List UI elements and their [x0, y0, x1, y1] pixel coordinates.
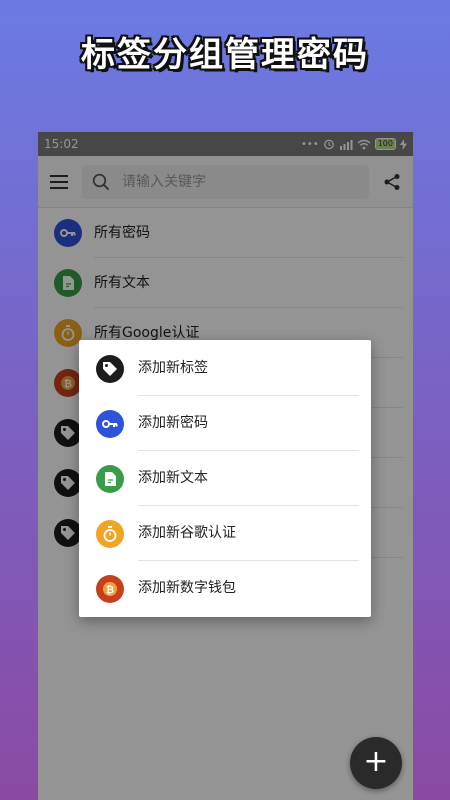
add-tag-option[interactable]: 添加新标签 — [79, 341, 371, 396]
add-menu-dialog: 添加新标签 添加新密码 添加新文本 添加新谷歌认证 ₿ 添加新数字钱包 — [79, 340, 371, 617]
dialog-item-label: 添加新谷歌认证 — [138, 506, 359, 561]
add-password-option[interactable]: 添加新密码 — [79, 396, 371, 451]
add-wallet-option[interactable]: ₿ 添加新数字钱包 — [79, 561, 371, 616]
dialog-item-label: 添加新密码 — [138, 396, 359, 451]
key-icon — [96, 409, 124, 438]
dialog-item-label: 添加新标签 — [138, 341, 359, 396]
add-fab-button[interactable]: + — [350, 737, 402, 789]
tag-icon — [96, 354, 124, 383]
add-google-auth-option[interactable]: 添加新谷歌认证 — [79, 506, 371, 561]
svg-text:₿: ₿ — [106, 584, 114, 596]
document-icon — [96, 464, 124, 493]
dialog-item-label: 添加新文本 — [138, 451, 359, 506]
promo-headline: 标签分组管理密码 — [81, 35, 369, 75]
add-text-option[interactable]: 添加新文本 — [79, 451, 371, 506]
stopwatch-icon — [96, 519, 124, 548]
dialog-item-label: 添加新数字钱包 — [138, 580, 236, 596]
bitcoin-icon: ₿ — [96, 574, 124, 603]
